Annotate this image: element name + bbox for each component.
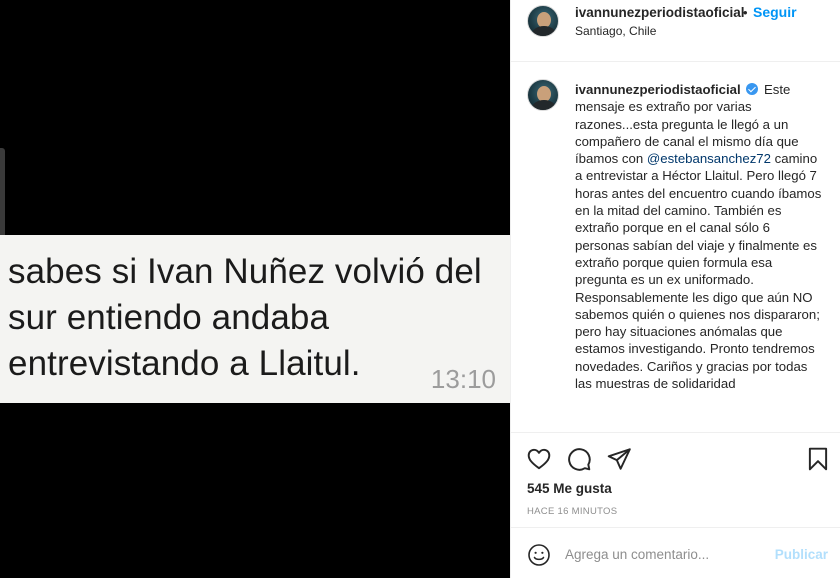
media-edge-marker xyxy=(0,148,5,240)
post-location[interactable]: Santiago, Chile xyxy=(575,24,656,38)
likes-count[interactable]: 545 Me gusta xyxy=(527,481,612,496)
comment-icon[interactable] xyxy=(566,446,592,472)
post-comment-button[interactable]: Publicar xyxy=(775,547,828,562)
follow-button[interactable]: Seguir xyxy=(753,4,797,20)
post-header: ivannunezperiodistaoficial • Seguir Sant… xyxy=(511,0,840,62)
chat-message-text: sabes si Ivan Nuñez volvió del sur entie… xyxy=(8,252,482,383)
comment-bar: Publicar xyxy=(511,527,840,578)
chat-message-bubble: sabes si Ivan Nuñez volvió del sur entie… xyxy=(0,235,510,403)
bookmark-icon[interactable] xyxy=(805,446,831,472)
avatar[interactable] xyxy=(527,5,559,37)
caption-text-part2: camino a entrevistar a Héctor Llaitul. P… xyxy=(575,151,822,392)
verified-badge-icon xyxy=(746,83,759,95)
separator-dot: • xyxy=(743,5,748,20)
emoji-icon[interactable] xyxy=(527,543,551,567)
post-sidebar: ivannunezperiodistaoficial • Seguir Sant… xyxy=(510,0,840,578)
share-icon[interactable] xyxy=(606,446,632,472)
caption-avatar[interactable] xyxy=(527,79,559,111)
caption-mention-link[interactable]: @estebansanchez72 xyxy=(647,151,771,166)
avatar-body xyxy=(532,100,556,110)
caption-username[interactable]: ivannunezperiodistaoficial xyxy=(575,82,741,97)
post-timestamp[interactable]: HACE 16 MINUTOS xyxy=(527,506,617,517)
comment-input[interactable] xyxy=(565,544,765,564)
post-actions: 545 Me gusta HACE 16 MINUTOS xyxy=(511,432,840,528)
post-username[interactable]: ivannunezperiodistaoficial xyxy=(575,5,745,20)
caption-text: ivannunezperiodistaoficial Este mensaje … xyxy=(575,81,825,392)
heart-icon[interactable] xyxy=(526,446,552,472)
chat-message-time: 13:10 xyxy=(430,364,496,394)
post-media[interactable]: sabes si Ivan Nuñez volvió del sur entie… xyxy=(0,0,510,578)
post-caption: ivannunezperiodistaoficial Este mensaje … xyxy=(511,62,840,432)
avatar-body xyxy=(532,26,556,36)
